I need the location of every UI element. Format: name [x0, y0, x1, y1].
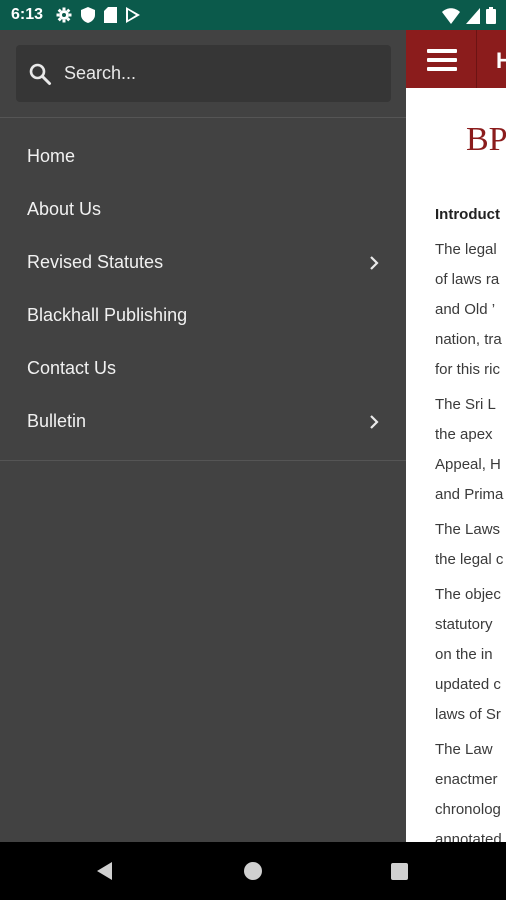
- app-title: H: [496, 48, 506, 73]
- menu-item-label: Home: [27, 146, 76, 166]
- app-bar: H: [406, 30, 506, 88]
- gear-icon: [56, 7, 72, 23]
- text-line: updated c: [435, 676, 501, 693]
- play-store-icon: [126, 7, 140, 23]
- wifi-icon: [442, 7, 460, 24]
- text-line: the apex: [435, 426, 493, 443]
- system-nav-bar: [0, 842, 506, 900]
- search-box[interactable]: [16, 45, 391, 102]
- text-line: and Old ’: [435, 301, 496, 318]
- article-heading: Introduct: [435, 206, 500, 223]
- divider: [0, 460, 406, 461]
- menu-icon[interactable]: [427, 49, 457, 71]
- text-line: chronolog: [435, 801, 501, 818]
- menu-item-blackhall-publishing[interactable]: Blackhall Publishing: [0, 289, 406, 342]
- text-line: and Prima: [435, 486, 504, 503]
- chevron-right-icon: [370, 256, 379, 270]
- text-line: for this ric: [435, 361, 501, 378]
- divider: [0, 117, 406, 118]
- signal-icon: [466, 7, 480, 24]
- app-bar-divider: [476, 30, 477, 88]
- status-bar: 6:13: [0, 0, 506, 30]
- menu-item-label: About Us: [27, 199, 102, 219]
- text-line: The legal: [435, 241, 497, 258]
- menu-item-home[interactable]: Home: [0, 130, 406, 183]
- text-line: Appeal, H: [435, 456, 501, 473]
- sim-card-icon: [104, 7, 117, 23]
- drawer-menu: Home About Us Revised Statutes Blackhall…: [0, 130, 406, 448]
- article-paragraph: The Laws the legal c: [435, 515, 506, 575]
- battery-icon: [486, 7, 496, 24]
- text-line: enactmer: [435, 771, 498, 788]
- text-line: The Sri L: [435, 396, 496, 413]
- app-content: H BP Introduct The legal of laws ra and …: [406, 30, 506, 842]
- article-paragraph: The legal of laws ra and Old ’ nation, t…: [435, 235, 506, 385]
- intro-article: Introduct The legal of laws ra and Old ’…: [435, 200, 506, 842]
- article-paragraph: The Sri L the apex Appeal, H and Prima: [435, 390, 506, 510]
- menu-item-label: Bulletin: [27, 411, 87, 431]
- status-right-icons: [442, 7, 496, 24]
- status-left-icons: [56, 7, 140, 23]
- publisher-logo: BP: [466, 122, 506, 156]
- text-line: of laws ra: [435, 271, 500, 288]
- text-line: statutory: [435, 616, 493, 633]
- logo-text: BP: [466, 122, 506, 156]
- back-icon[interactable]: [96, 861, 114, 881]
- text-line: The objec: [435, 586, 501, 603]
- recents-icon[interactable]: [391, 863, 408, 880]
- article-paragraph: The Law enactmer chronolog annotated: [435, 735, 506, 842]
- menu-item-label: Blackhall Publishing: [27, 305, 188, 325]
- home-icon[interactable]: [244, 862, 262, 880]
- menu-item-revised-statutes[interactable]: Revised Statutes: [0, 236, 406, 289]
- menu-item-label: Contact Us: [27, 358, 117, 378]
- chevron-right-icon: [370, 415, 379, 429]
- shield-icon: [81, 7, 95, 23]
- text-line: laws of Sr: [435, 706, 501, 723]
- text-line: annotated: [435, 831, 502, 842]
- text-line: The Law: [435, 741, 493, 758]
- search-icon: [29, 63, 51, 85]
- navigation-drawer: Home About Us Revised Statutes Blackhall…: [0, 30, 406, 842]
- menu-item-about-us[interactable]: About Us: [0, 183, 406, 236]
- text-line: nation, tra: [435, 331, 502, 348]
- text-line: the legal c: [435, 551, 504, 568]
- menu-item-contact-us[interactable]: Contact Us: [0, 342, 406, 395]
- article-paragraph: The objec statutory on the in updated c …: [435, 580, 506, 730]
- menu-item-label: Revised Statutes: [27, 252, 164, 272]
- text-line: on the in: [435, 646, 493, 663]
- search-input[interactable]: [64, 45, 374, 102]
- menu-item-bulletin[interactable]: Bulletin: [0, 395, 406, 448]
- text-line: The Laws: [435, 521, 501, 538]
- status-time: 6:13: [11, 6, 44, 23]
